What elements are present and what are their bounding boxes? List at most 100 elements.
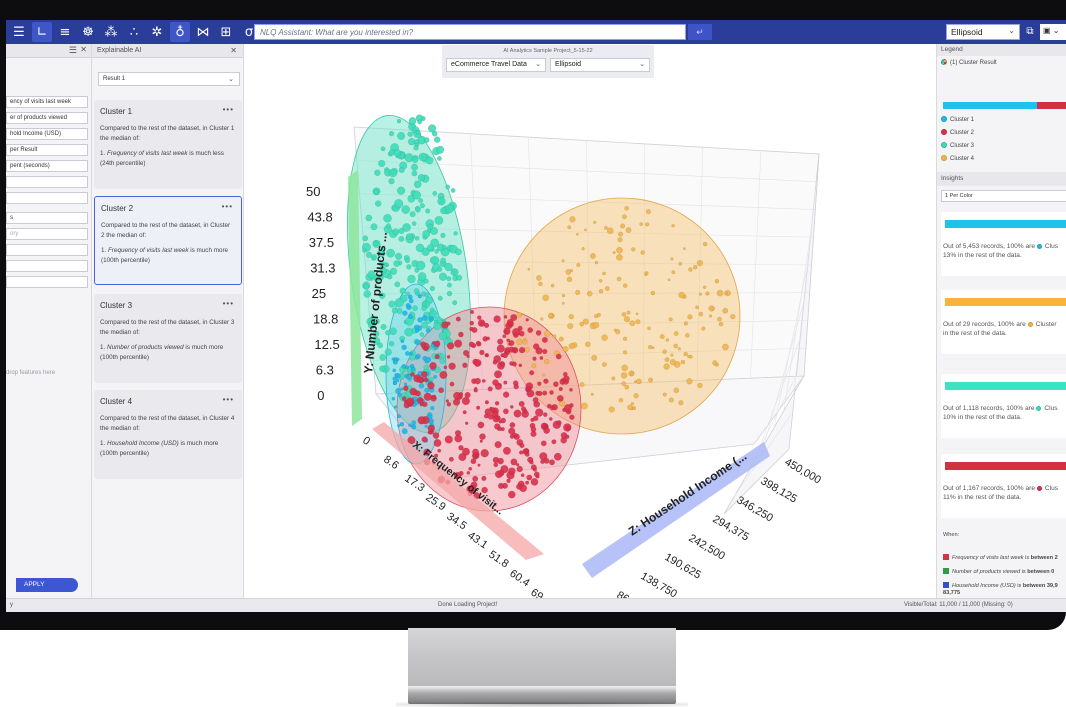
data-point [548,416,553,421]
data-point [542,348,548,355]
data-point [388,168,398,178]
data-point [493,315,501,323]
data-point [496,361,505,370]
data-point [537,390,543,397]
feature-item[interactable]: ency of visits last week [6,96,88,108]
close-icon[interactable]: ✕ [230,46,237,55]
data-point [687,355,691,359]
feature-slot[interactable]: ory [6,228,88,240]
data-point [542,390,548,396]
insight-card-2[interactable]: Out of 29 records, 100% are Cluster in th… [941,290,1066,354]
data-point [479,439,483,443]
data-point [407,131,413,137]
data-point [472,475,479,482]
shape-select[interactable]: Ellipsoid ⌄ [946,24,1020,40]
nlq-assistant-input[interactable]: NLQ Assistant: What are you interested i… [254,24,686,40]
data-point [525,480,530,485]
data-point [631,247,636,252]
data-point [717,316,722,322]
insight-line: Out of 1,167 records, 100% are [943,485,1036,492]
data-point [415,243,425,253]
insight-color-bar [945,382,1066,390]
data-point [659,334,665,339]
data-point [406,264,412,270]
list-bullets-icon[interactable]: ≡ [55,22,75,42]
brain-icon[interactable]: ☸ [78,22,98,42]
tree-icon[interactable]: ⊞ [216,22,236,42]
cluster-card-intro: Compared to the rest of the dataset, in … [101,222,231,239]
data-point [503,380,508,385]
result-select[interactable]: Result 1 ⌄ [98,72,240,86]
feature-item[interactable]: er of products viewed [6,112,88,124]
feature-slot[interactable] [6,276,88,288]
cluster-card-4[interactable]: Cluster 4 ••• Compared to the rest of th… [94,390,242,479]
data-point [399,421,405,427]
cluster-card-1[interactable]: Cluster 1 ••• Compared to the rest of th… [94,100,242,189]
condition-row: Number of products viewed is between 0 [943,568,1054,575]
network-icon[interactable]: ✲ [147,22,167,42]
data-point [416,376,424,384]
graph-icon[interactable]: ⋈ [193,22,213,42]
bulb-icon[interactable]: ♁ [170,22,190,42]
data-point [365,214,373,222]
data-point [696,260,704,267]
legend-item-cluster-4[interactable]: Cluster 4 [941,155,974,162]
data-point [424,387,430,393]
copy-icon[interactable]: ⧉ [1024,24,1036,40]
feature-item[interactable]: per Result [6,144,88,156]
feature-item[interactable]: hold Income (USD) [6,128,88,140]
insight-card-3[interactable]: Out of 1,118 records, 100% are Clus 10% i… [941,374,1066,438]
data-point [431,394,436,399]
axes-icon[interactable]: ∟ [32,22,52,42]
legend-item-cluster-3[interactable]: Cluster 3 [941,142,974,149]
insight-text: Out of 5,453 records, 100% are Clus 13% i… [943,242,1058,260]
view-select[interactable]: ▣ ⌄ [1040,24,1066,40]
feature-slot[interactable] [6,192,88,204]
more-icon[interactable]: ••• [223,105,234,114]
cluster-card-2[interactable]: Cluster 2 ••• Compared to the rest of th… [94,196,242,285]
center-shape-select[interactable]: Ellipsoid ⌄ [550,58,650,72]
nlq-send-button[interactable]: ↵ [688,24,712,40]
apply-button[interactable]: APPLY [16,578,78,592]
data-point [474,377,481,385]
data-point [363,283,370,290]
data-point [483,413,489,419]
insight-cluster-name: Clus [1044,405,1058,412]
insight-text: Out of 1,118 records, 100% are Clus 10% i… [943,404,1058,422]
data-point [450,268,459,277]
data-point [644,271,649,276]
main-toolbar: ☰ ∟ ≡ ☸ ⁂ ∴ ✲ ♁ ⋈ ⊞ σ ⌕ NLQ Assistant: W… [6,20,1066,44]
chart-view[interactable]: 50 43.8 37.5 31.3 25 18.8 12.5 6.3 0 0 8.6 17.3 25.… [244,44,936,598]
legend-item-cluster-2[interactable]: Cluster 2 [941,129,974,136]
cluster-card-3[interactable]: Cluster 3 ••• Compared to the rest of th… [94,294,242,383]
scatter-3d-plot[interactable]: 5043.837.531.32518.812.56.30 08.617.325.… [244,44,936,598]
legend-bar-cluster-2 [1037,102,1066,109]
more-icon[interactable]: ••• [222,202,233,211]
legend-item-cluster-1[interactable]: Cluster 1 [941,116,974,123]
dataset-select[interactable]: eCommerce Travel Data ⌄ [446,58,546,72]
more-icon[interactable]: ••• [223,395,234,404]
y-tick-label: 50 [306,184,320,199]
feature-slot[interactable] [6,176,88,188]
data-point [411,424,417,430]
insight-card-4[interactable]: Out of 1,167 records, 100% are Clus 11% i… [941,454,1066,518]
feature-item[interactable]: pent (seconds) [6,160,88,172]
y-axis-ticks: 50 43.8 37.5 31.3 25 18.8 12.5 6.3 0 [306,184,340,403]
features-panel: ☰ ✕ ency of visits last week er of produ… [6,44,92,598]
list-icon[interactable]: ☰ [9,22,29,42]
insights-select[interactable]: 1 Per Color [941,190,1066,202]
close-icon[interactable]: ✕ [80,45,87,54]
more-icon[interactable]: ••• [223,299,234,308]
scatter-icon[interactable]: ∴ [124,22,144,42]
feature-slot[interactable] [6,244,88,256]
feature-item[interactable]: s [6,212,88,224]
legend-result[interactable]: (1) Cluster Result [941,59,997,66]
hamburger-icon[interactable]: ☰ [69,45,77,56]
data-point [490,407,496,413]
feature-slot[interactable] [6,260,88,272]
cluster-card-title: Cluster 3 [100,301,133,310]
data-point [531,363,537,369]
data-point [512,347,517,352]
insight-card-1[interactable]: Out of 5,453 records, 100% are Clus 13% i… [941,212,1066,276]
molecule-icon[interactable]: ⁂ [101,22,121,42]
